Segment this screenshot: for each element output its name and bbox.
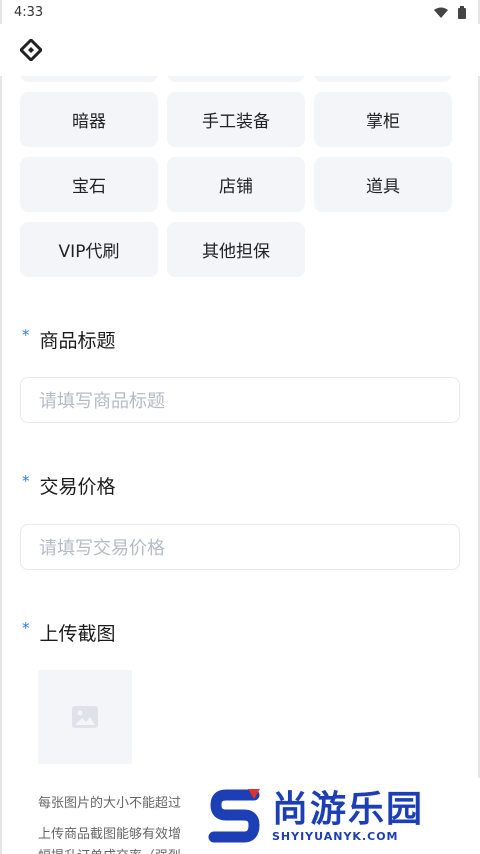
category-chip[interactable]: 掌柜 <box>314 92 452 147</box>
watermark-cn: 尚游乐园 <box>272 788 425 830</box>
upload-field-label: * 上传截图 <box>22 618 116 646</box>
app-logo-icon[interactable] <box>20 39 42 61</box>
watermark-en: SHYIYUANYK.COM <box>272 829 399 843</box>
required-mark: * <box>22 618 30 637</box>
category-chip-partial[interactable] <box>20 76 158 82</box>
category-grid-partial <box>20 76 452 92</box>
category-row: 宝石 店铺 道具 <box>20 157 452 212</box>
category-chip-partial[interactable] <box>314 76 452 82</box>
upload-hint-benefit-cont: 幅提升订单成交率（强烈 <box>38 845 181 854</box>
price-field-label: * 交易价格 <box>22 471 116 499</box>
category-row: 暗器 手工装备 掌柜 <box>20 92 452 147</box>
upload-hint-benefit: 上传商品截图能够有效增 <box>38 827 182 842</box>
category-chip[interactable]: 宝石 <box>20 157 158 212</box>
category-chip[interactable]: 手工装备 <box>167 92 305 147</box>
status-time: 4:33 <box>14 4 44 20</box>
required-mark: * <box>22 471 30 490</box>
price-input[interactable]: 请填写交易价格 <box>20 524 460 570</box>
required-mark: * <box>22 325 30 344</box>
category-row: VIP代刷 其他担保 <box>20 222 452 277</box>
form-content: 暗器 手工装备 掌柜 宝石 店铺 道具 VIP代刷 其他担保 * 商品标题 请填… <box>0 76 480 854</box>
category-chip-partial[interactable] <box>167 76 305 82</box>
category-chip[interactable]: 店铺 <box>167 157 305 212</box>
image-placeholder-icon <box>72 706 98 728</box>
battery-icon <box>458 5 466 19</box>
wifi-icon <box>434 7 448 18</box>
category-chip[interactable]: 道具 <box>314 157 452 212</box>
category-chip[interactable]: 暗器 <box>20 92 158 147</box>
category-grid: 暗器 手工装备 掌柜 宝石 店铺 道具 VIP代刷 其他担保 <box>20 92 452 287</box>
category-chip[interactable]: 其他担保 <box>167 222 305 277</box>
title-field-label: * 商品标题 <box>22 325 116 353</box>
category-chip[interactable]: VIP代刷 <box>20 222 158 277</box>
app-bar <box>0 24 480 76</box>
title-input[interactable]: 请填写商品标题 <box>20 377 460 423</box>
upload-hint-size: 每张图片的大小不能超过 <box>38 796 182 811</box>
watermark-logo: 尚游乐园 SHYIYUANYK.COM <box>200 778 480 854</box>
watermark-s-icon <box>208 789 260 843</box>
upload-image-button[interactable] <box>38 670 132 764</box>
status-bar: 4:33 <box>0 0 480 24</box>
